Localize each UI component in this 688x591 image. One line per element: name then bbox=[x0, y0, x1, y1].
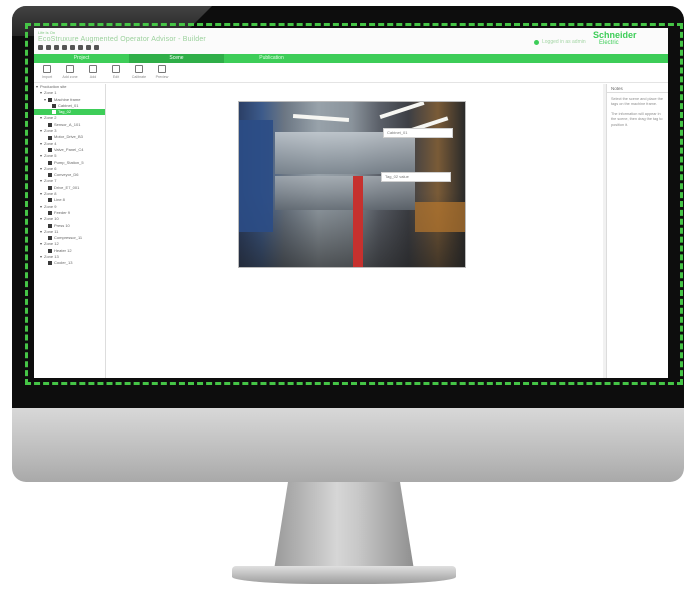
tree-item-label: Pump_Station_5 bbox=[54, 159, 84, 165]
monitor-stand-neck bbox=[274, 482, 414, 570]
preview-button[interactable]: Preview bbox=[153, 63, 171, 83]
monitor-stand-base bbox=[232, 566, 456, 584]
brand-logo: Schneider Electric bbox=[593, 31, 637, 51]
photo-region bbox=[275, 132, 415, 174]
node-icon bbox=[48, 97, 52, 102]
node-icon bbox=[48, 223, 52, 228]
node-icon bbox=[48, 160, 52, 165]
save-icon[interactable] bbox=[54, 45, 59, 50]
node-icon bbox=[48, 248, 52, 253]
tree-item-label: Cooler_13 bbox=[54, 260, 73, 266]
new-icon[interactable] bbox=[38, 45, 43, 50]
photo-region bbox=[415, 202, 465, 232]
small-logo: Life Is On bbox=[38, 30, 56, 35]
add-zone-icon bbox=[66, 65, 74, 73]
node-icon bbox=[48, 173, 52, 178]
preview-icon bbox=[158, 65, 166, 73]
calibrate-label: Calibrate bbox=[131, 75, 147, 79]
paste-icon[interactable] bbox=[78, 45, 83, 50]
tag-callout[interactable]: Cabinet_01 bbox=[383, 128, 453, 138]
user-status-icon bbox=[534, 39, 539, 45]
photo-lamp bbox=[292, 114, 350, 122]
tag-callout[interactable]: Tag_02 value bbox=[381, 172, 451, 182]
monitor-chin bbox=[12, 408, 684, 482]
tree-item[interactable]: Cooler_13 bbox=[34, 260, 105, 266]
main-tabs: Project Scene Publication bbox=[34, 54, 668, 63]
copy-icon[interactable] bbox=[70, 45, 75, 50]
node-icon bbox=[48, 261, 52, 266]
tree-item-label: Tag_02 bbox=[58, 109, 72, 115]
calibrate-icon bbox=[135, 65, 143, 73]
tab-scene[interactable]: Scene bbox=[129, 54, 224, 63]
import-button[interactable]: Import bbox=[38, 63, 56, 83]
cut-icon[interactable] bbox=[62, 45, 67, 50]
tree-item-label: Sensor_A_101 bbox=[54, 121, 81, 127]
import-icon bbox=[43, 65, 51, 73]
edit-button[interactable]: Edit bbox=[107, 63, 125, 83]
panel-text: Select the scene and place the tags on t… bbox=[611, 97, 663, 107]
ribbon-toolbar: Import Add zone Add Edit Calibrate Previ… bbox=[34, 63, 668, 83]
undo-icon[interactable] bbox=[86, 45, 91, 50]
tree-item-label: Conveyor_D6 bbox=[54, 172, 79, 178]
add-icon bbox=[89, 65, 97, 73]
tab-project[interactable]: Project bbox=[34, 54, 129, 63]
edit-icon bbox=[112, 65, 120, 73]
node-icon bbox=[48, 236, 52, 241]
quick-toolbar bbox=[38, 45, 99, 50]
app-title: EcoStruxure Augmented Operator Advisor -… bbox=[38, 36, 206, 43]
photo-lamp bbox=[379, 102, 425, 120]
add-zone-label: Add zone bbox=[62, 75, 78, 79]
scene-photo[interactable]: Cabinet_01 Tag_02 value bbox=[238, 101, 466, 268]
tree-item-label: Drive_E7_001 bbox=[54, 184, 80, 190]
panel-text: The information will appear in the scene… bbox=[611, 111, 663, 127]
node-icon bbox=[48, 135, 52, 140]
preview-label: Preview bbox=[155, 75, 169, 79]
node-icon bbox=[52, 104, 56, 109]
add-zone-button[interactable]: Add zone bbox=[61, 63, 79, 83]
app-header: Life Is On EcoStruxure Augmented Operato… bbox=[34, 28, 668, 54]
node-icon bbox=[48, 198, 52, 203]
scene-canvas[interactable]: Cabinet_01 Tag_02 value bbox=[107, 84, 603, 378]
open-icon[interactable] bbox=[46, 45, 51, 50]
tree-item-label: Motor_Drive_B3 bbox=[54, 134, 83, 140]
node-icon bbox=[48, 185, 52, 190]
user-menu[interactable]: Logged in as admin bbox=[534, 39, 586, 45]
calibrate-button[interactable]: Calibrate bbox=[130, 63, 148, 83]
node-icon bbox=[48, 122, 52, 127]
edit-label: Edit bbox=[112, 75, 120, 79]
node-icon bbox=[48, 148, 52, 153]
redo-icon[interactable] bbox=[94, 45, 99, 50]
add-button[interactable]: Add bbox=[84, 63, 102, 83]
node-icon bbox=[52, 110, 56, 115]
tab-publication[interactable]: Publication bbox=[224, 54, 319, 63]
photo-region bbox=[239, 120, 273, 232]
scene-tree: ▾ Production site ▾ Zone 1 ▾ Machine frame Cab… bbox=[34, 84, 106, 378]
app-screen: Life Is On EcoStruxure Augmented Operato… bbox=[34, 28, 668, 378]
user-label: Logged in as admin bbox=[542, 39, 586, 45]
node-icon bbox=[48, 211, 52, 216]
add-label: Add bbox=[89, 75, 97, 79]
tree-item-label: Valve_Panel_C4 bbox=[54, 146, 84, 152]
photo-region bbox=[353, 176, 363, 267]
panel-title: Notes bbox=[607, 84, 668, 93]
brand-name: Schneider bbox=[593, 30, 637, 40]
notes-panel: Notes Select the scene and place the tag… bbox=[606, 84, 668, 378]
brand-sub: Electric bbox=[599, 40, 619, 46]
import-label: Import bbox=[41, 75, 53, 79]
